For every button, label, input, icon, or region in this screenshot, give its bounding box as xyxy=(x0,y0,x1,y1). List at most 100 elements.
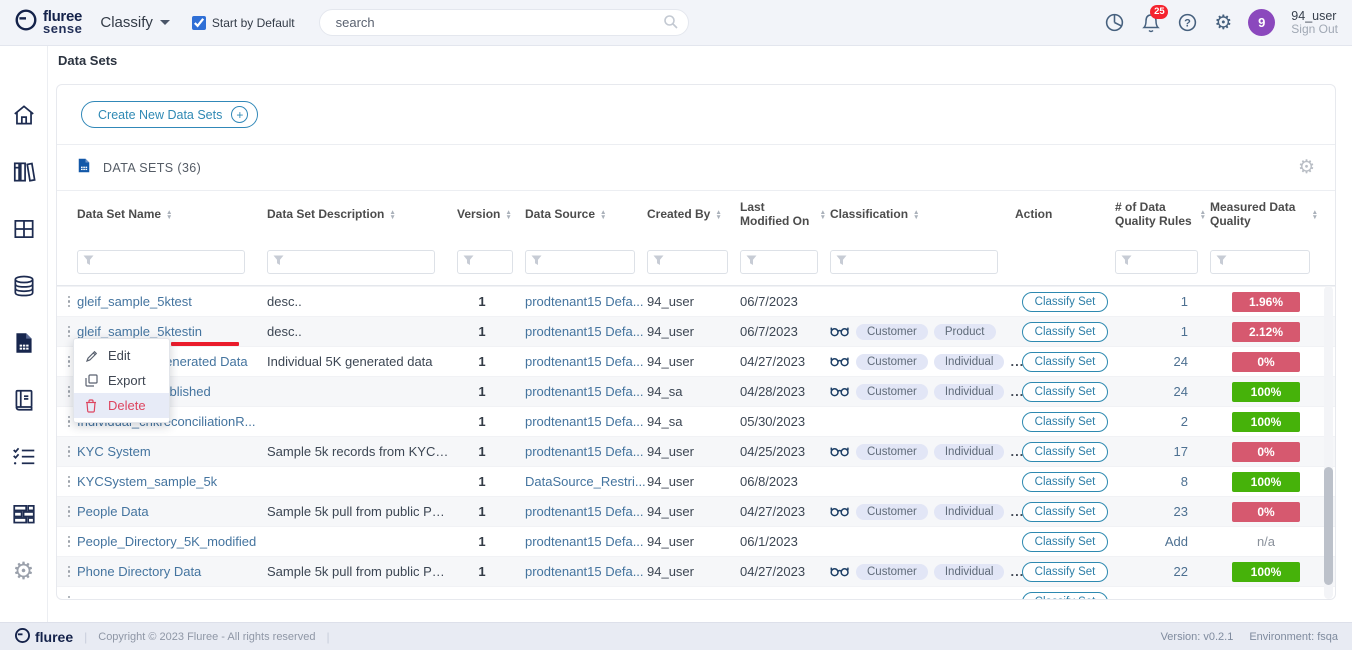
filter-input-data-set-description[interactable] xyxy=(267,250,435,274)
column-header-data-set-name[interactable]: Data Set Name▲▼ xyxy=(77,208,267,222)
grid-icon[interactable] xyxy=(11,216,37,242)
dataset-name-link[interactable]: People Data xyxy=(77,504,267,519)
dataset-name-link[interactable]: People_Directory_5K_modified xyxy=(77,534,267,549)
data-source-link[interactable]: prodtenant15 Defa... xyxy=(525,564,647,579)
sort-icon[interactable]: ▲▼ xyxy=(1200,210,1206,220)
column-header-classification[interactable]: Classification▲▼ xyxy=(830,208,1015,222)
create-new-data-sets-button[interactable]: Create New Data Sets + xyxy=(81,101,258,128)
dataset-name-link[interactable]: gleif_sample_5ktestin xyxy=(77,324,267,339)
search-input[interactable] xyxy=(319,9,689,36)
dataset-name-link[interactable]: KYCSystem_sample_5k xyxy=(77,474,267,489)
quality-rules-count[interactable]: 1 xyxy=(1115,324,1210,339)
row-menu-kebab[interactable] xyxy=(61,566,77,578)
pie-chart-icon[interactable] xyxy=(1104,12,1125,33)
glasses-icon[interactable] xyxy=(830,324,850,340)
dataset-description: Sample 5k records from KYC ... xyxy=(267,444,457,459)
vertical-scrollbar-thumb[interactable] xyxy=(1324,467,1333,585)
quality-rules-count[interactable]: 24 xyxy=(1115,354,1210,369)
menu-item-delete[interactable]: Delete xyxy=(74,393,169,418)
quality-rules-count[interactable]: 17 xyxy=(1115,444,1210,459)
checklist-icon[interactable] xyxy=(11,444,37,470)
classify-set-button[interactable]: Classify Set xyxy=(1022,382,1109,402)
data-source-link[interactable]: prodtenant15 Defa... xyxy=(525,354,647,369)
menu-item-edit[interactable]: Edit xyxy=(74,343,169,368)
sort-icon[interactable]: ▲▼ xyxy=(389,210,395,220)
journal-icon[interactable] xyxy=(11,387,37,413)
column-header-data-set-description[interactable]: Data Set Description▲▼ xyxy=(267,208,457,222)
data-sets-file-icon[interactable] xyxy=(11,330,37,356)
data-source-link[interactable]: prodtenant15 Defa... xyxy=(525,414,647,429)
data-source-link[interactable]: DataSource_Restri... xyxy=(525,474,647,489)
library-icon[interactable] xyxy=(11,159,37,185)
quality-rules-count[interactable]: 24 xyxy=(1115,384,1210,399)
data-source-link[interactable]: prodtenant15 Defa... xyxy=(525,534,647,549)
row-menu-kebab[interactable] xyxy=(61,296,77,308)
classify-set-button[interactable]: Classify Set xyxy=(1022,292,1109,312)
classify-set-button[interactable]: Classify Set xyxy=(1022,352,1109,372)
data-source-link[interactable]: prodtenant15 Defa... xyxy=(525,384,647,399)
sort-icon[interactable]: ▲▼ xyxy=(1312,210,1318,220)
column-header-version[interactable]: Version▲▼ xyxy=(457,208,525,222)
quality-rules-count[interactable]: 23 xyxy=(1115,504,1210,519)
database-icon[interactable] xyxy=(11,273,37,299)
row-menu-kebab[interactable] xyxy=(61,506,77,518)
glasses-icon[interactable] xyxy=(830,384,850,400)
row-menu-kebab[interactable] xyxy=(61,476,77,488)
dataset-name-link[interactable]: KYC System xyxy=(77,444,267,459)
sort-icon[interactable]: ▲▼ xyxy=(913,210,919,220)
glasses-icon[interactable] xyxy=(830,564,850,580)
classify-set-button[interactable]: Classify Set xyxy=(1022,502,1109,522)
menu-item-export[interactable]: Export xyxy=(74,368,169,393)
classify-set-button[interactable]: Classify Set xyxy=(1022,592,1109,601)
filter-input-classification[interactable] xyxy=(830,250,998,274)
classify-set-button[interactable]: Classify Set xyxy=(1022,322,1109,342)
brand-logo[interactable]: fluree sense xyxy=(14,8,82,37)
quality-rules-count[interactable]: 22 xyxy=(1115,564,1210,579)
start-by-default-checkbox[interactable] xyxy=(192,16,206,30)
row-menu-kebab[interactable] xyxy=(61,446,77,458)
column-header-data-source[interactable]: Data Source▲▼ xyxy=(525,208,647,222)
data-source-link[interactable]: prodtenant15 Defa... xyxy=(525,504,647,519)
sort-icon[interactable]: ▲▼ xyxy=(820,210,826,220)
sort-icon[interactable]: ▲▼ xyxy=(166,210,172,220)
glasses-icon[interactable] xyxy=(830,354,850,370)
glasses-icon[interactable] xyxy=(830,444,850,460)
help-icon[interactable]: ? xyxy=(1177,12,1198,33)
classify-set-button[interactable]: Classify Set xyxy=(1022,442,1109,462)
data-source-link[interactable]: prodtenant15 Defa... xyxy=(525,444,647,459)
data-source-link[interactable]: prodtenant15 Defa... xyxy=(525,294,647,309)
column-header-measured-data-quality[interactable]: Measured Data Quality▲▼ xyxy=(1210,201,1322,229)
created-by: 94_user xyxy=(647,504,740,519)
column-header-of-data-quality-rules[interactable]: # of Data Quality Rules▲▼ xyxy=(1115,201,1210,229)
column-header-created-by[interactable]: Created By▲▼ xyxy=(647,208,740,222)
home-icon[interactable] xyxy=(11,102,37,128)
mappings-icon[interactable] xyxy=(11,501,37,527)
sign-out-link[interactable]: Sign Out xyxy=(1291,23,1338,36)
row-menu-kebab[interactable] xyxy=(61,326,77,338)
sort-icon[interactable]: ▲▼ xyxy=(715,210,721,220)
bell-icon[interactable]: 25 xyxy=(1141,12,1161,34)
column-header-last-modified-on[interactable]: Last Modified On▲▼ xyxy=(740,201,830,229)
classify-set-button[interactable]: Classify Set xyxy=(1022,532,1109,552)
row-menu-kebab[interactable] xyxy=(61,536,77,548)
classify-set-button[interactable]: Classify Set xyxy=(1022,412,1109,432)
data-source-link[interactable]: prodtenant15 Defa... xyxy=(525,324,647,339)
quality-rules-count[interactable]: Add xyxy=(1115,534,1210,549)
filter-input-data-set-name[interactable] xyxy=(77,250,245,274)
module-selector[interactable]: Classify xyxy=(100,14,170,31)
sort-icon[interactable]: ▲▼ xyxy=(505,210,511,220)
classify-set-button[interactable]: Classify Set xyxy=(1022,562,1109,582)
row-menu-kebab[interactable] xyxy=(61,596,77,600)
sort-icon[interactable]: ▲▼ xyxy=(600,210,606,220)
avatar[interactable]: 9 xyxy=(1248,9,1275,36)
quality-rules-count[interactable]: 2 xyxy=(1115,414,1210,429)
classify-set-button[interactable]: Classify Set xyxy=(1022,472,1109,492)
settings-clock-icon[interactable]: ⚙ xyxy=(11,558,37,584)
dataset-name-link[interactable]: Phone Directory Data xyxy=(77,564,267,579)
glasses-icon[interactable] xyxy=(830,504,850,520)
quality-rules-count[interactable]: 1 xyxy=(1115,294,1210,309)
table-settings-gear-icon[interactable]: ⚙ xyxy=(1298,158,1315,177)
quality-rules-count[interactable]: 8 xyxy=(1115,474,1210,489)
gear-icon[interactable]: ⚙ xyxy=(1214,10,1232,35)
dataset-name-link[interactable]: gleif_sample_5ktest xyxy=(77,294,267,309)
